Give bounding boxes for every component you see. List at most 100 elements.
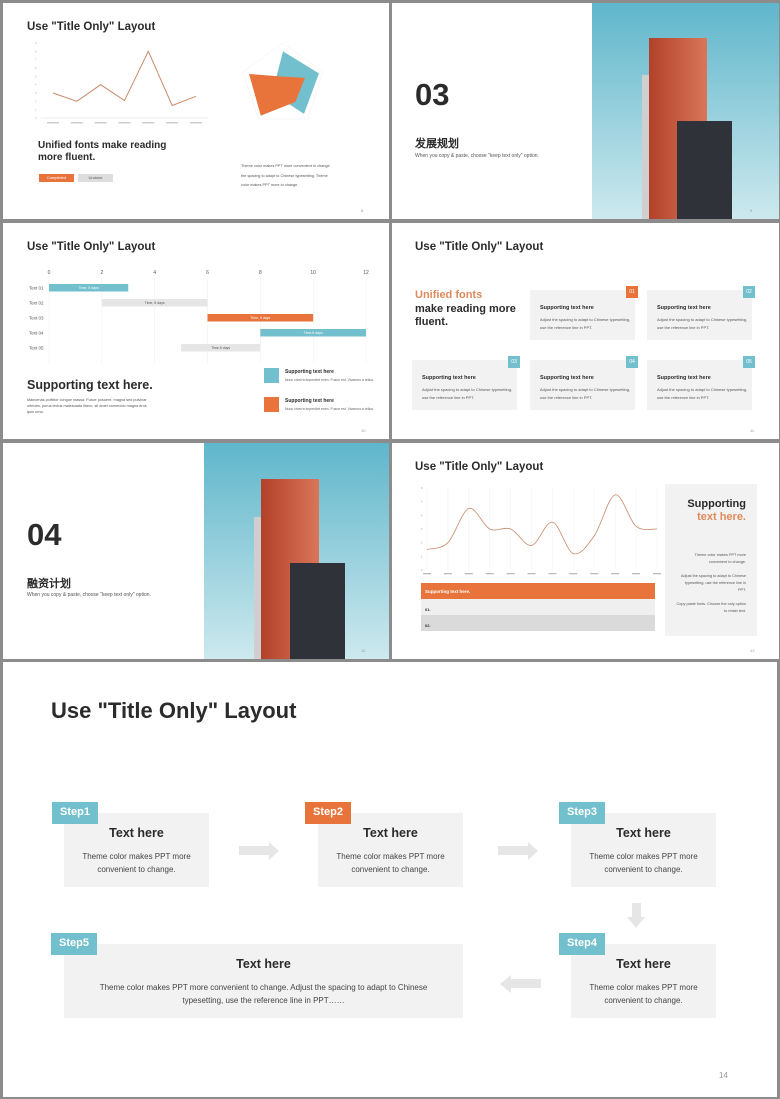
x-tick-label: 10 (310, 270, 316, 276)
step-card: Text here Theme color makes PPT more conv… (571, 944, 716, 1018)
panel-text: Theme color makes PPT more convenient to… (694, 553, 746, 564)
section-number: 03 (415, 77, 450, 112)
y-tick-label: 7 (35, 59, 37, 62)
bar-label: Time, 5 days (145, 301, 165, 305)
y-tick-label: 2 (421, 542, 423, 545)
card-title: Supporting text here (422, 375, 476, 381)
slide-title: Use "Title Only" Layout (415, 241, 544, 253)
slide-9-thumbnail[interactable]: 03 发展规划 When you copy & paste, choose "k… (392, 3, 779, 219)
slide-title: Use "Title Only" Layout (27, 21, 156, 33)
x-tick-label (423, 573, 431, 575)
card-text: Adjust the spacing to adapt to Chinese t… (657, 387, 748, 400)
y-tick-label: 0 (421, 569, 423, 572)
feature-card: 03 Supporting text here Adjust the spacing… (412, 356, 520, 410)
arrow-right-head (269, 842, 279, 860)
document-icon (264, 397, 279, 412)
y-tick-label: 4 (35, 84, 37, 87)
x-tick-label: 0 (48, 270, 51, 276)
panel-heading-highlight: text here. (697, 511, 746, 523)
arrow-left-icon (511, 979, 541, 988)
slide-11-thumbnail[interactable]: Use "Title Only" Layout Unified fonts ma… (392, 223, 779, 439)
data-line (426, 494, 658, 555)
step-label: Step4 (559, 933, 605, 955)
slide-14-main: Use "Title Only" Layout Text here Theme c… (3, 662, 777, 1097)
page-number: 13 (750, 648, 755, 653)
x-tick-label (94, 122, 107, 124)
item-text: Nunc viverra imperdiet enim. Fusce est. … (285, 378, 375, 382)
x-tick-label (118, 122, 131, 124)
row-label: Text 01 (29, 286, 44, 291)
page-number: 8 (361, 208, 364, 213)
x-tick-label (464, 573, 473, 575)
data-line (52, 50, 197, 107)
step-label: Step5 (51, 933, 97, 955)
slide-title: Use "Title Only" Layout (51, 698, 297, 723)
arrow-down-icon (632, 903, 641, 917)
slide-10-thumbnail[interactable]: Use "Title Only" Layout 0 2 4 6 8 10 12 Text 01… (3, 223, 389, 439)
arrow-right-icon (239, 846, 269, 855)
x-tick-label (506, 573, 515, 575)
y-tick-label: 5 (421, 501, 423, 504)
table-row: 02. (421, 615, 655, 631)
body-line: the spacing to adapt to Chinese typesett… (241, 173, 328, 178)
line-chart: 0 1 2 3 4 5 6 7 8 9 (35, 42, 208, 124)
step-text: Theme color makes PPT more convenient to… (336, 852, 445, 874)
x-tick-label (632, 573, 641, 575)
slide-8-thumbnail[interactable]: Use "Title Only" Layout 0 1 2 3 4 5 6 7 8 9 Unifi… (3, 3, 389, 219)
step-text: Theme color makes PPT more convenient to… (589, 983, 698, 1005)
item-title: Supporting text here (285, 369, 334, 375)
step-label: Step3 (559, 802, 605, 824)
y-tick-label: 3 (421, 528, 423, 531)
y-tick-label: 8 (35, 50, 37, 53)
x-tick-label: 12 (363, 270, 369, 276)
page-number: 14 (719, 1071, 728, 1080)
step-text: Theme color makes PPT more convenient to… (589, 852, 698, 874)
y-tick-label: 1 (35, 109, 37, 112)
slide-13-thumbnail[interactable]: Use "Title Only" Layout 0 1 2 3 4 5 6 Supporti… (392, 443, 779, 659)
panel-text: Adjust the spacing to adapt to Chinese t… (680, 574, 746, 592)
building-photo (204, 443, 389, 659)
slide-12-thumbnail[interactable]: 04 融资计划 When you copy & paste, choose "k… (3, 443, 389, 659)
step-card: Text here Theme color makes PPT more conv… (64, 944, 463, 1018)
undone-legend: Undone (78, 174, 113, 182)
section-subtitle: When you copy & paste, choose "keep text… (27, 592, 151, 598)
item-title: Supporting text here (285, 398, 334, 404)
completed-legend: Completed (39, 174, 74, 182)
y-tick-label: 2 (35, 100, 37, 103)
row-label: Text 02 (29, 301, 44, 306)
gantt-chart: 0 2 4 6 8 10 12 Text 01 Time, 5 days Text 02 Time,… (29, 270, 369, 363)
step-title: Text here (363, 826, 418, 840)
x-tick-label (527, 573, 536, 575)
y-tick-label: 5 (35, 75, 37, 78)
panel-text: Copy paste fonts. Choose the only option… (676, 602, 746, 613)
y-tick-label: 4 (421, 514, 423, 517)
card-title: Supporting text here (657, 305, 711, 311)
card-number-badge: 04 (626, 356, 638, 368)
card-title: Supporting text here (540, 375, 594, 381)
x-tick-label: 8 (259, 270, 262, 276)
card-text: Adjust the spacing to adapt to Chinese t… (657, 317, 748, 330)
y-tick-label: 9 (35, 42, 37, 45)
card-number-badge: 01 (626, 286, 638, 298)
x-tick-label (142, 122, 155, 124)
page-number: 11 (750, 428, 755, 433)
feature-card: 04 Supporting text here Adjust the spacing… (530, 356, 638, 410)
arrow-right-head (528, 842, 538, 860)
card-number-badge: 03 (508, 356, 520, 368)
card-number-badge: 05 (743, 356, 755, 368)
card-number-badge: 02 (743, 286, 755, 298)
y-tick-label: 6 (35, 67, 37, 70)
arrow-down-head (627, 917, 645, 928)
x-tick-label: 2 (100, 270, 103, 276)
x-tick-label (569, 573, 578, 575)
x-tick-label (611, 573, 620, 575)
page-number: 10 (361, 428, 366, 433)
step-title: Text here (616, 826, 671, 840)
supporting-heading: Supporting text here. (27, 378, 153, 392)
bar-label: Time,5 days (211, 346, 230, 350)
x-tick-label (590, 573, 599, 575)
card-title: Supporting text here (657, 375, 711, 381)
radar-chart (242, 42, 324, 120)
arrow-left-head (500, 975, 511, 993)
section-heading: 融资计划 (27, 578, 71, 590)
